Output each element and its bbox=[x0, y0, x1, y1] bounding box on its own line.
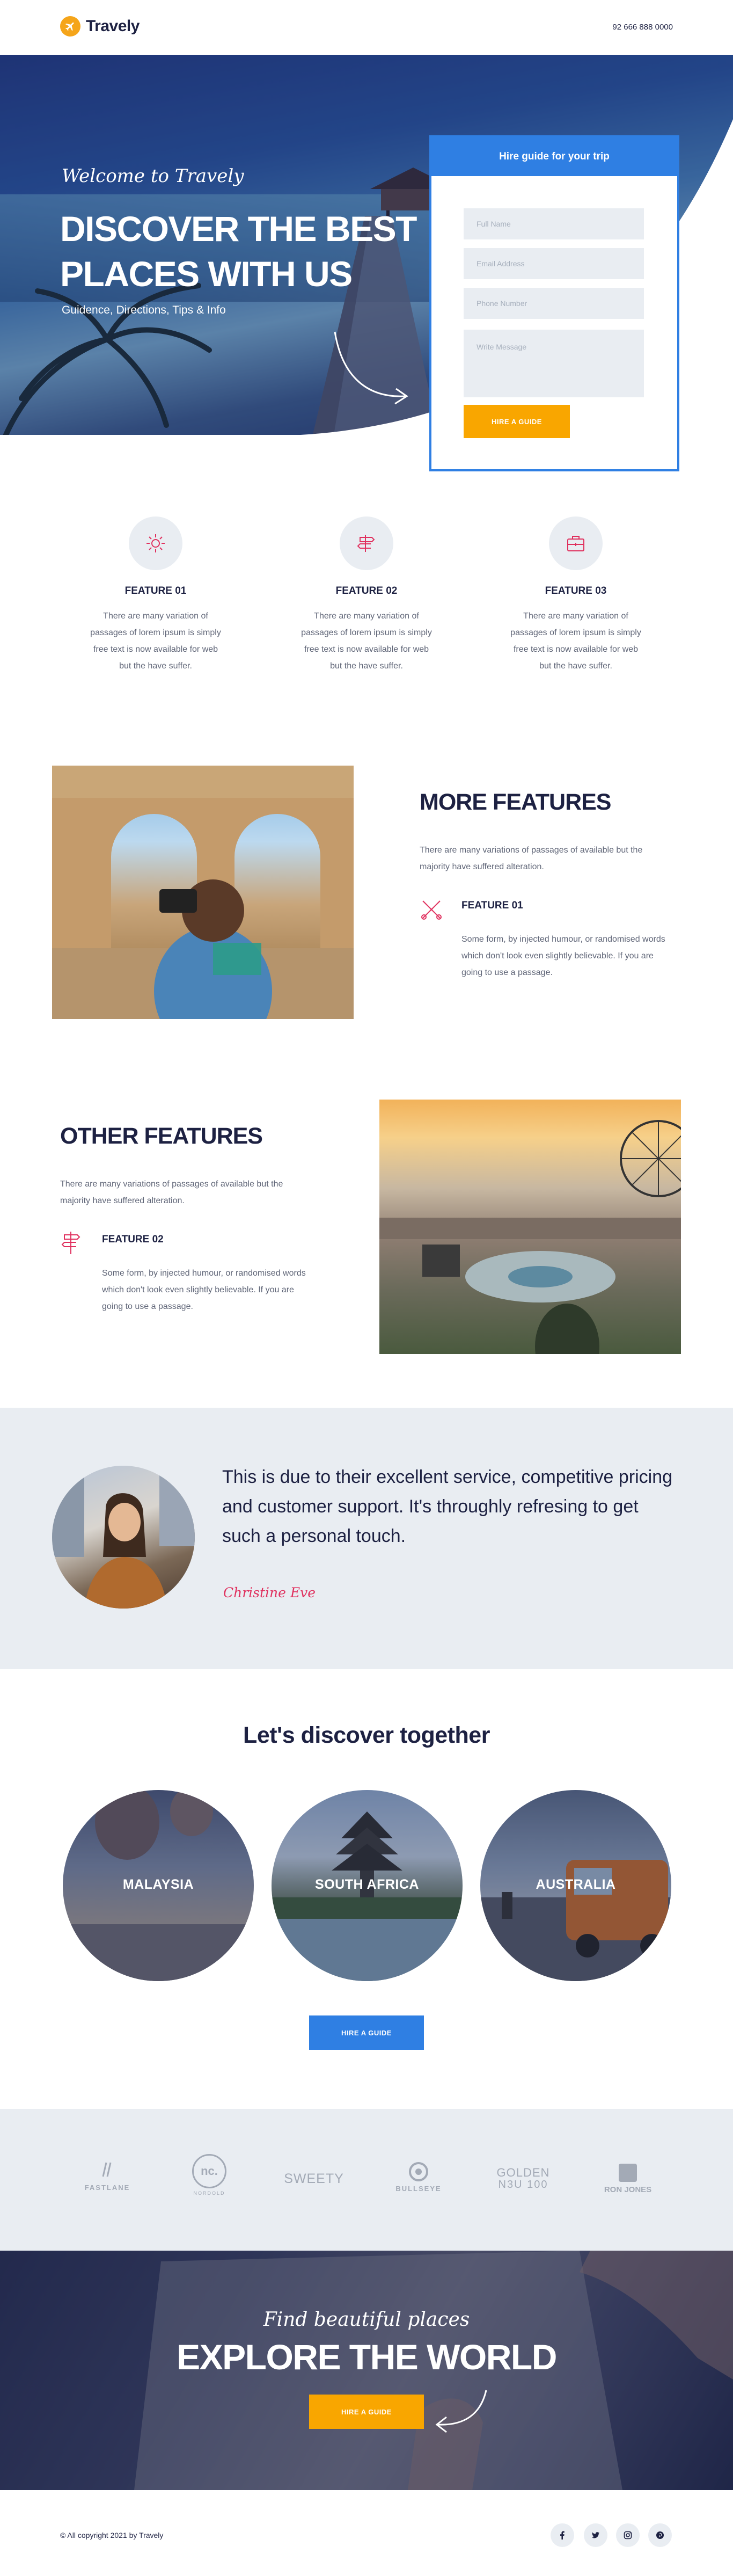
hero-title: DISCOVER THE BEST PLACES WITH US bbox=[60, 209, 417, 294]
discover-hire-guide-button[interactable]: HIRE A GUIDE bbox=[309, 2015, 424, 2050]
brand-sweety[interactable]: SWEETY bbox=[279, 2171, 349, 2187]
feature-title: FEATURE 02 bbox=[335, 585, 398, 596]
more-features-title: MORE FEATURES bbox=[420, 789, 611, 815]
other-feature-item-text: Some form, by injected humour, or random… bbox=[102, 1269, 306, 1311]
brand-name-top: GOLDEN bbox=[496, 2166, 550, 2179]
brand-sub: NORDOLD bbox=[193, 2191, 225, 2196]
signpost-icon bbox=[60, 1229, 84, 1258]
fastlane-logo-icon bbox=[102, 2162, 112, 2177]
logo[interactable]: Travely bbox=[60, 16, 140, 37]
feature-text: There are many variation of passages of … bbox=[90, 612, 221, 671]
avatar bbox=[52, 1466, 195, 1609]
brand-golden[interactable]: GOLDEN N3U 100 bbox=[488, 2166, 558, 2191]
testimonial-quote: This is due to their excellent service, … bbox=[222, 1467, 673, 1546]
discover-title: Let's discover together bbox=[243, 1722, 490, 1748]
feature-text: There are many variation of passages of … bbox=[301, 612, 432, 671]
cta-subtitle: Find beautiful places bbox=[263, 2309, 470, 2331]
brand-nc[interactable]: nc. NORDOLD bbox=[177, 2154, 241, 2196]
brand-name: BULLSEYE bbox=[395, 2185, 442, 2193]
brand-ronjones[interactable]: RON JONES bbox=[596, 2164, 660, 2194]
phone-input[interactable] bbox=[464, 288, 644, 319]
copyright-text: © All copyright 2021 by Travely bbox=[60, 2531, 164, 2539]
hire-guide-form: Hire guide for your trip HIRE A GUIDE bbox=[429, 135, 679, 471]
sun-icon bbox=[129, 516, 182, 570]
curved-arrow-icon bbox=[435, 2390, 487, 2433]
ronjones-logo-icon bbox=[619, 2164, 637, 2182]
testimonial-section: This is due to their excellent service, … bbox=[0, 1408, 733, 1669]
plane-icon bbox=[60, 16, 80, 37]
plaza-illustration bbox=[379, 1120, 681, 1354]
form-title: Hire guide for your trip bbox=[431, 137, 677, 176]
hero-subtitle: Guidence, Directions, Tips & Info bbox=[62, 304, 226, 316]
brand-fastlane[interactable]: FASTLANE bbox=[75, 2162, 140, 2192]
site-footer: © All copyright 2021 by Travely bbox=[0, 2490, 733, 2576]
brand-nc-mark: nc. bbox=[192, 2154, 226, 2188]
feature-title: FEATURE 03 bbox=[545, 585, 607, 596]
bullseye-logo-icon bbox=[409, 2162, 428, 2181]
tourist-arches-photo bbox=[52, 766, 354, 1019]
testimonial-author: Christine Eve bbox=[223, 1585, 316, 1600]
arches-illustration bbox=[52, 766, 354, 1019]
more-feature-item-title: FEATURE 01 bbox=[461, 900, 523, 911]
city-plaza-photo bbox=[379, 1100, 681, 1354]
cta-hire-guide-button[interactable]: HIRE A GUIDE bbox=[309, 2395, 424, 2429]
brand-name: Travely bbox=[86, 17, 140, 35]
woman-illustration bbox=[52, 1466, 195, 1609]
brand-name: FASTLANE bbox=[84, 2184, 130, 2192]
destination-label: SOUTH AFRICA bbox=[315, 1877, 419, 1892]
destination-label: AUSTRALIA bbox=[536, 1877, 616, 1892]
scissors-cross-icon bbox=[420, 898, 443, 924]
instagram-icon[interactable] bbox=[616, 2523, 640, 2547]
facebook-icon[interactable] bbox=[551, 2523, 574, 2547]
hero-welcome: Welcome to Travely bbox=[62, 165, 244, 187]
destination-label: MALAYSIA bbox=[122, 1877, 194, 1892]
phone-number[interactable]: 92 666 888 0000 bbox=[612, 23, 673, 32]
suitcase-icon bbox=[549, 516, 603, 570]
brands-section: FASTLANE nc. NORDOLD SWEETY BULLSEYE GOL… bbox=[0, 2109, 733, 2251]
cta-title: EXPLORE THE WORLD bbox=[177, 2337, 557, 2377]
feature-text: There are many variation of passages of … bbox=[510, 612, 641, 671]
curved-arrow-icon bbox=[334, 331, 408, 405]
message-input[interactable] bbox=[464, 330, 644, 397]
brand-bullseye[interactable]: BULLSEYE bbox=[386, 2162, 451, 2193]
other-features-title: OTHER FEATURES bbox=[60, 1123, 263, 1149]
destination-south-africa[interactable]: SOUTH AFRICA bbox=[272, 1790, 463, 1981]
brand-name: RON JONES bbox=[604, 2185, 652, 2194]
hire-guide-submit-button[interactable]: HIRE A GUIDE bbox=[464, 405, 570, 438]
cta-section: Find beautiful places EXPLORE THE WORLD … bbox=[0, 2251, 733, 2490]
more-feature-item-text: Some form, by injected humour, or random… bbox=[461, 935, 665, 977]
email-input[interactable] bbox=[464, 248, 644, 279]
other-features-text: There are many variations of passages of… bbox=[60, 1180, 283, 1205]
more-features-text: There are many variations of passages of… bbox=[420, 846, 643, 871]
site-header: Travely 92 666 888 0000 bbox=[0, 0, 733, 55]
feature-title: FEATURE 01 bbox=[124, 585, 187, 596]
other-feature-item-title: FEATURE 02 bbox=[102, 1234, 164, 1245]
pinterest-icon[interactable] bbox=[648, 2523, 672, 2547]
signpost-icon bbox=[340, 516, 393, 570]
destination-australia[interactable]: AUSTRALIA bbox=[480, 1790, 671, 1981]
twitter-icon[interactable] bbox=[584, 2523, 607, 2547]
full-name-input[interactable] bbox=[464, 208, 644, 239]
brand-name-bottom: N3U 100 bbox=[498, 2179, 548, 2191]
destination-malaysia[interactable]: MALAYSIA bbox=[63, 1790, 254, 1981]
